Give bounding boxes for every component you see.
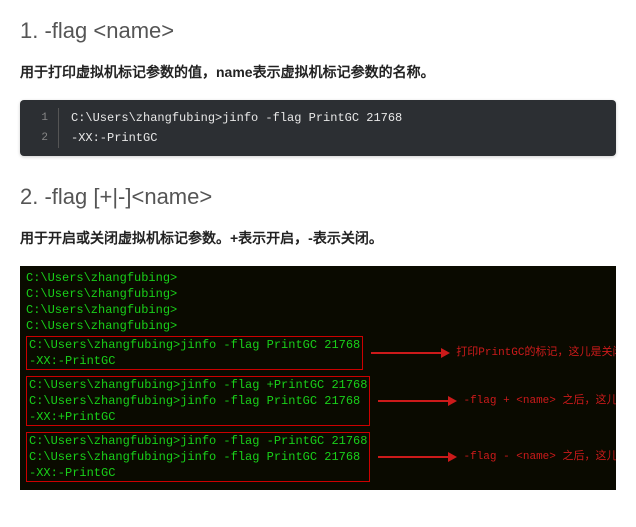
terminal-line: C:\Users\zhangfubing>jinfo -flag PrintGC… bbox=[29, 449, 367, 465]
terminal-line: C:\Users\zhangfubing>jinfo -flag PrintGC… bbox=[29, 337, 360, 353]
terminal-line: C:\Users\zhangfubing> bbox=[26, 302, 610, 318]
highlighted-box: C:\Users\zhangfubing>jinfo -flag -PrintG… bbox=[26, 432, 370, 482]
section2-desc: 用于开启或关闭虚拟机标记参数。+表示开启，-表示关闭。 bbox=[20, 228, 616, 248]
annotation-text: -flag - <name> 之后，这儿再次变成关闭状态了 bbox=[463, 449, 616, 465]
terminal-line: C:\Users\zhangfubing>jinfo -flag +PrintG… bbox=[29, 377, 367, 393]
arrow-icon bbox=[378, 396, 457, 406]
highlighted-box: C:\Users\zhangfubing>jinfo -flag PrintGC… bbox=[26, 336, 363, 370]
section1-heading: 1. -flag <name> bbox=[20, 18, 616, 44]
terminal-line: -XX:+PrintGC bbox=[29, 409, 367, 425]
terminal-screenshot: C:\Users\zhangfubing> C:\Users\zhangfubi… bbox=[20, 266, 616, 490]
code-line: 2 -XX:-PrintGC bbox=[20, 128, 616, 148]
terminal-line: C:\Users\zhangfubing> bbox=[26, 270, 610, 286]
terminal-line: C:\Users\zhangfubing> bbox=[26, 286, 610, 302]
section1-code-block: 1 C:\Users\zhangfubing>jinfo -flag Print… bbox=[20, 100, 616, 156]
code-text: C:\Users\zhangfubing>jinfo -flag PrintGC… bbox=[59, 108, 402, 128]
terminal-row: C:\Users\zhangfubing>jinfo -flag PrintGC… bbox=[26, 334, 610, 372]
section2-heading: 2. -flag [+|-]<name> bbox=[20, 184, 616, 210]
terminal-row: C:\Users\zhangfubing>jinfo -flag -PrintG… bbox=[26, 430, 610, 484]
line-number: 2 bbox=[20, 128, 59, 148]
terminal-line: C:\Users\zhangfubing> bbox=[26, 318, 610, 334]
terminal-line: C:\Users\zhangfubing>jinfo -flag -PrintG… bbox=[29, 433, 367, 449]
terminal-line: C:\Users\zhangfubing>jinfo -flag PrintGC… bbox=[29, 393, 367, 409]
terminal-line: -XX:-PrintGC bbox=[29, 465, 367, 481]
arrow-icon bbox=[378, 452, 457, 462]
section1-desc: 用于打印虚拟机标记参数的值，name表示虚拟机标记参数的名称。 bbox=[20, 62, 616, 82]
code-text: -XX:-PrintGC bbox=[59, 128, 157, 148]
terminal-line: -XX:-PrintGC bbox=[29, 353, 360, 369]
line-number: 1 bbox=[20, 108, 59, 128]
terminal-row: C:\Users\zhangfubing>jinfo -flag +PrintG… bbox=[26, 374, 610, 428]
code-line: 1 C:\Users\zhangfubing>jinfo -flag Print… bbox=[20, 108, 616, 128]
annotation-text: 打印PrintGC的标记，这儿是关闭状态 bbox=[456, 345, 616, 361]
highlighted-box: C:\Users\zhangfubing>jinfo -flag +PrintG… bbox=[26, 376, 370, 426]
annotation-text: -flag + <name> 之后，这儿就变成开启状态了 bbox=[463, 393, 616, 409]
arrow-icon bbox=[371, 348, 450, 358]
